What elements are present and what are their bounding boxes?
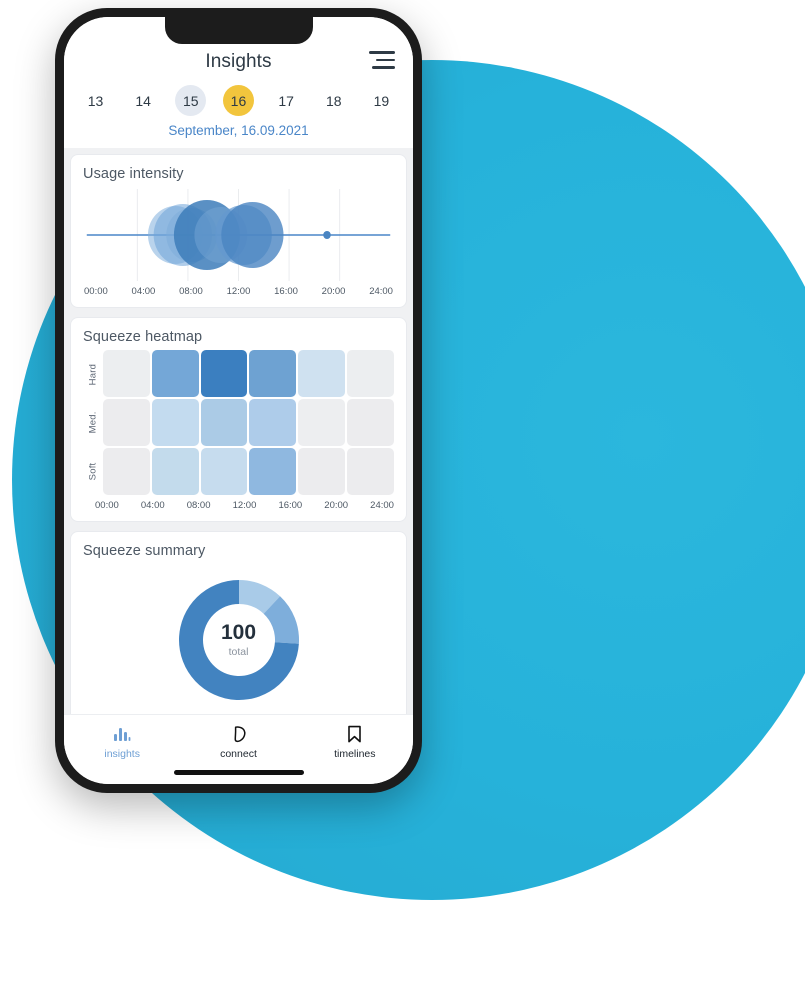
usage-axis-tick: 24:00 (369, 286, 393, 297)
heatmap-cell[interactable] (298, 399, 346, 446)
usage-bubble[interactable] (323, 231, 331, 239)
heatmap-row-label: Hard (87, 363, 99, 385)
insights-content-scroll[interactable]: Usage intensity 00:00 04:00 08:00 12:00 16:0… (64, 148, 413, 714)
tab-label-insights: insights (104, 748, 140, 760)
heatmap-row-labels: Hard Med. Soft (83, 350, 103, 495)
heatmap-axis-tick: 12:00 (232, 500, 257, 511)
usage-axis-tick: 08:00 (179, 286, 203, 297)
screenshot-stage: Insights 13 14 15 16 17 18 19 September,… (0, 0, 805, 989)
heatmap-axis-tick: 00:00 (95, 500, 119, 511)
card-usage-intensity: Usage intensity 00:00 04:00 08:00 12:00 16:0… (70, 154, 407, 308)
usage-axis-tick: 12:00 (226, 286, 251, 297)
donut-total-label: total (228, 646, 249, 658)
hamburger-line-1 (369, 51, 395, 54)
tab-label-timelines: timelines (334, 748, 376, 760)
tab-timelines[interactable]: timelines (297, 724, 413, 760)
date-chip-14[interactable]: 14 (128, 85, 159, 116)
card-title-squeeze-heatmap: Squeeze heatmap (83, 329, 203, 345)
heatmap-body: Hard Med. Soft (83, 350, 394, 495)
date-chip-16[interactable]: 16 (222, 85, 254, 116)
heatmap-cell[interactable] (347, 448, 394, 495)
heatmap-grid (103, 350, 394, 495)
heatmap-time-axis: 00:00 04:00 08:00 12:00 16:00 20:00 24:00 (83, 495, 394, 513)
hamburger-line-2 (376, 58, 395, 62)
usage-axis-tick: 00:00 (84, 286, 108, 297)
heatmap-axis-tick: 24:00 (370, 500, 394, 511)
donut-chart: 100 total (177, 578, 301, 702)
squeeze-summary-chart: 100 total (83, 564, 394, 714)
usage-intensity-svg (86, 189, 391, 281)
donut-center-label-group: 100 total (177, 578, 301, 702)
heatmap-cell[interactable] (249, 448, 297, 495)
heatmap-cell[interactable] (103, 350, 150, 397)
heatmap-cell[interactable] (298, 448, 346, 495)
date-chip-15[interactable]: 15 (175, 85, 207, 116)
usage-axis-tick: 04:00 (131, 286, 156, 297)
heatmap-cell[interactable] (298, 350, 346, 397)
bar-chart-icon (113, 724, 131, 744)
date-chip-17[interactable]: 17 (271, 85, 302, 116)
tab-insights[interactable]: insights (64, 724, 180, 760)
bookmark-icon (347, 724, 362, 744)
usage-axis-tick: 20:00 (321, 286, 346, 297)
heatmap-axis-tick: 20:00 (324, 500, 349, 511)
heatmap-axis-tick: 04:00 (140, 500, 165, 511)
hamburger-icon[interactable] (367, 49, 395, 71)
donut-total-value: 100 (220, 621, 257, 644)
hamburger-line-3 (372, 66, 395, 69)
heatmap-cell[interactable] (151, 399, 199, 446)
usage-axis-tick: 16:00 (274, 286, 298, 297)
phone-notch (164, 17, 313, 44)
heatmap-axis-tick: 08:00 (186, 500, 211, 511)
usage-time-axis: 00:00 04:00 08:00 12:00 16:00 20:00 24:00 (83, 283, 394, 299)
heatmap-axis-tick: 16:00 (278, 500, 303, 511)
card-title-usage-intensity: Usage intensity (83, 166, 184, 182)
heatmap-cell[interactable] (200, 448, 248, 495)
date-chip-18[interactable]: 18 (318, 85, 349, 116)
tab-connect[interactable]: connect (180, 724, 296, 760)
card-squeeze-heatmap: Squeeze heatmap Hard Med. Soft 00:00 04:00 0… (70, 317, 407, 522)
heatmap-row-label: Med. (87, 411, 99, 434)
heatmap-cell[interactable] (249, 350, 297, 397)
phone-device-frame: Insights 13 14 15 16 17 18 19 September,… (55, 8, 422, 793)
heatmap-cell[interactable] (200, 399, 248, 446)
page-title: Insights (205, 51, 272, 72)
connect-bean-icon (229, 724, 248, 744)
heatmap-cell[interactable] (200, 350, 248, 397)
heatmap-cell[interactable] (347, 399, 394, 446)
heatmap-cell[interactable] (151, 350, 199, 397)
heatmap-cell[interactable] (103, 399, 150, 446)
card-title-squeeze-summary: Squeeze summary (83, 543, 206, 559)
heatmap-cell[interactable] (347, 350, 394, 397)
heatmap-cell[interactable] (103, 448, 150, 495)
heatmap-cell[interactable] (151, 448, 199, 495)
heatmap-row-label: Soft (87, 461, 99, 480)
selected-date-label: September, 16.09.2021 (64, 116, 413, 148)
date-chip-13[interactable]: 13 (80, 85, 111, 116)
card-squeeze-summary: Squeeze summary 100 total (70, 531, 407, 714)
heatmap-cell[interactable] (249, 399, 297, 446)
phone-screen: Insights 13 14 15 16 17 18 19 September,… (64, 17, 413, 784)
usage-bubble[interactable] (221, 202, 284, 268)
usage-intensity-chart (83, 187, 394, 283)
tab-label-connect: connect (220, 748, 257, 760)
date-strip: 13 14 15 16 17 18 19 (64, 79, 413, 116)
home-indicator (173, 770, 304, 775)
date-chip-19[interactable]: 19 (366, 85, 397, 116)
